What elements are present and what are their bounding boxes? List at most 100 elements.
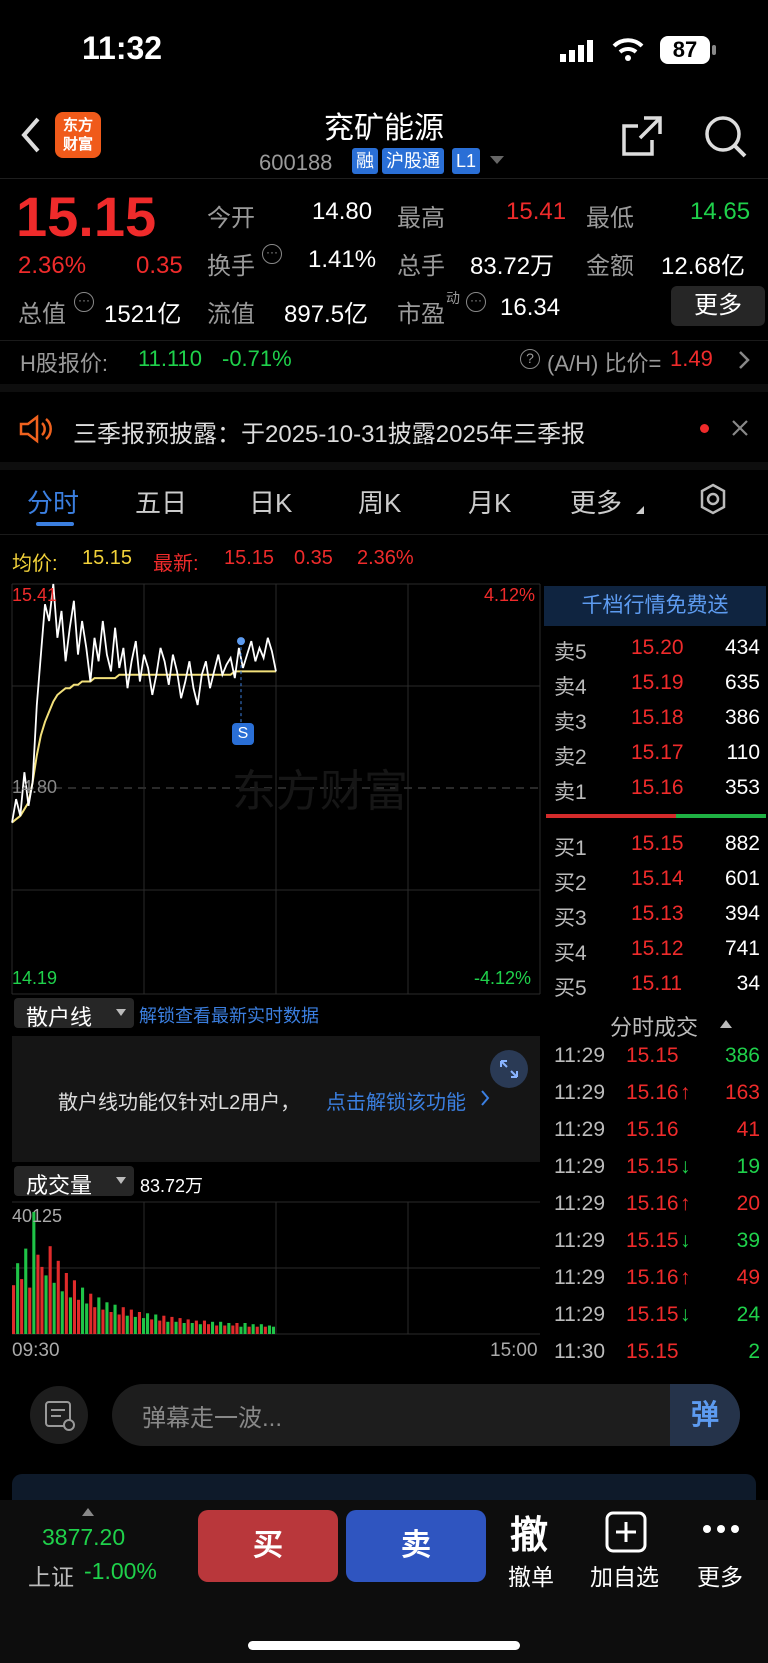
promo-banner[interactable]: 千档行情免费送 (544, 586, 766, 626)
volume-bar (263, 1326, 267, 1334)
volume-bar (60, 1291, 64, 1334)
volume-bar (28, 1287, 32, 1334)
tab-more[interactable]: 更多 (570, 483, 622, 520)
ask-price: 15.18 (631, 706, 684, 729)
danmu-toggle[interactable] (30, 1386, 88, 1444)
volume-bar (215, 1325, 219, 1334)
volume-bar (146, 1313, 150, 1334)
add-watchlist-icon[interactable] (604, 1510, 648, 1554)
info-icon[interactable]: ··· (466, 292, 486, 312)
field-value-pe: 16.34 (500, 294, 561, 321)
change-value: 0.35 (136, 252, 183, 279)
trade-volume: 24 (736, 1303, 760, 1326)
tab-intraday[interactable]: 分时 (27, 483, 79, 520)
help-icon[interactable]: ? (520, 349, 540, 369)
share-icon[interactable] (620, 114, 664, 158)
volume-bar (12, 1285, 16, 1334)
notice-text[interactable]: 三季报预披露：于2025-10-31披露2025年三季报 (73, 414, 585, 449)
volume-bar (174, 1321, 178, 1334)
sell-marker[interactable]: S (232, 723, 254, 745)
field-value-open: 14.80 (312, 198, 373, 225)
bid-price: 15.14 (631, 867, 684, 890)
trade-time: 11:29 (554, 1303, 605, 1326)
sort-up-icon[interactable] (720, 1020, 732, 1028)
more-button[interactable]: 更多 (671, 286, 765, 326)
speaker-icon (19, 414, 52, 444)
tab-weekly[interactable]: 周K (358, 483, 401, 520)
volume-bar (52, 1282, 56, 1334)
volume-bar (117, 1314, 121, 1334)
more-dots-icon[interactable] (702, 1524, 740, 1534)
ask-label: 卖3 (554, 711, 587, 734)
unlock-link[interactable]: 解锁查看最新实时数据 (139, 1002, 319, 1028)
add-watchlist-label[interactable]: 加自选 (590, 1558, 659, 1592)
tag-connect: 沪股通 (382, 148, 444, 174)
bid-price: 15.13 (631, 902, 684, 925)
expand-icon[interactable] (490, 1050, 528, 1088)
info-icon[interactable]: ··· (262, 244, 282, 264)
danmu-send-button[interactable]: 弹 (670, 1384, 740, 1446)
volume-bar (89, 1293, 93, 1334)
volume-bar (133, 1316, 137, 1334)
field-value-volume: 83.72万 (470, 253, 555, 280)
trade-price: 15.16 (626, 1081, 679, 1104)
volume-bar (190, 1323, 194, 1334)
tab-5day[interactable]: 五日 (135, 483, 187, 520)
volume-total: 83.72万 (140, 1176, 204, 1196)
volume-bar (24, 1248, 28, 1334)
ask-volume: 353 (724, 776, 760, 799)
volume-bar (158, 1320, 162, 1334)
volume-bar (105, 1302, 109, 1334)
volume-bar (207, 1324, 211, 1334)
retail-message: 散户线功能仅针对L2用户， (58, 1092, 301, 1114)
danmu-placeholder: 弹幕走一波... (142, 1405, 283, 1432)
retail-unlock-link[interactable]: 点击解锁该功能 (326, 1086, 466, 1115)
chevron-right-icon[interactable] (738, 350, 750, 370)
danmu-icon (45, 1401, 75, 1431)
volume-max: 40125 (12, 1206, 63, 1226)
trade-price: 15.15 (626, 1340, 679, 1363)
ah-value[interactable]: 1.49 (670, 346, 713, 372)
trade-volume: 386 (724, 1044, 760, 1067)
tab-daily[interactable]: 日K (249, 483, 292, 520)
ah-label: (A/H) 比价= (547, 351, 662, 376)
index-name[interactable]: 上证 (28, 1558, 74, 1592)
cancel-label[interactable]: 撤单 (508, 1558, 554, 1592)
stock-code: 600188 (259, 150, 333, 175)
volume-bar (219, 1321, 223, 1334)
trade-arrow: ↑ (680, 1081, 691, 1104)
volume-bar (150, 1319, 154, 1334)
index-value[interactable]: 3877.20 (42, 1524, 125, 1551)
cancel-icon[interactable]: 撤 (510, 1504, 548, 1559)
volume-bar (170, 1316, 174, 1334)
price-chart[interactable]: 东方财富 (11, 583, 541, 995)
chevron-right-icon[interactable] (480, 1089, 490, 1107)
last-price: 15.15 (16, 185, 157, 248)
trade-volume: 19 (736, 1155, 760, 1178)
ask-volume: 434 (724, 636, 760, 659)
field-label: 金额 (586, 253, 634, 280)
spacer (0, 462, 768, 470)
search-icon[interactable] (703, 114, 747, 158)
more-label[interactable]: 更多 (697, 1558, 743, 1592)
ask-volume: 110 (726, 741, 760, 764)
volume-bar (186, 1319, 190, 1334)
settings-icon[interactable] (696, 482, 730, 516)
trade-time: 11:29 (554, 1044, 605, 1067)
volume-bar (162, 1315, 166, 1334)
index-change[interactable]: -1.00% (84, 1558, 157, 1585)
dropdown-icon[interactable] (490, 156, 504, 166)
bid-volume: 34 (736, 972, 760, 995)
avg-label: 均价: (12, 553, 58, 575)
info-icon[interactable]: ··· (74, 292, 94, 312)
sell-button[interactable]: 卖 (346, 1510, 486, 1582)
ratio-bar-green (676, 814, 766, 818)
volume-bar (81, 1287, 85, 1334)
volume-bar (64, 1273, 68, 1334)
field-value-amount: 12.68亿 (661, 253, 746, 280)
dropdown-icon (116, 1009, 126, 1016)
tab-monthly[interactable]: 月K (468, 483, 511, 520)
volume-bar (56, 1260, 60, 1334)
buy-button[interactable]: 买 (198, 1510, 338, 1582)
close-icon[interactable] (731, 419, 749, 437)
